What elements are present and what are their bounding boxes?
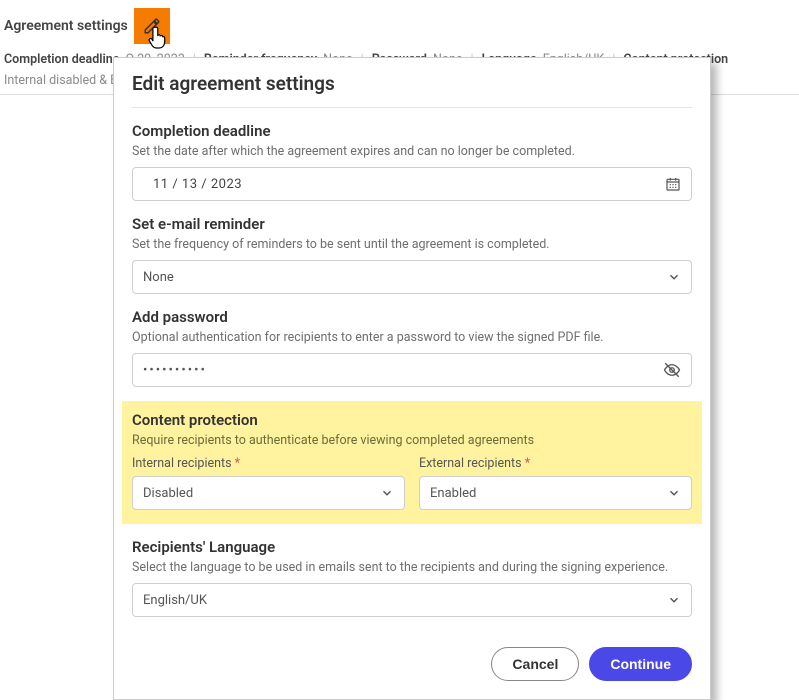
- content-protection-section: Content protection Require recipients to…: [122, 401, 702, 524]
- visibility-off-icon[interactable]: [663, 361, 681, 379]
- chevron-down-icon: [667, 270, 681, 284]
- completion-deadline-title: Completion deadline: [132, 122, 692, 140]
- header-bar: Agreement settings: [0, 0, 799, 48]
- external-recipients-label: External recipients *: [419, 456, 692, 471]
- completion-deadline-section: Completion deadline Set the date after w…: [132, 122, 692, 201]
- content-protection-title: Content protection: [132, 411, 692, 429]
- reminder-value: None: [143, 270, 174, 285]
- reminder-select[interactable]: None: [132, 260, 692, 294]
- language-section: Recipients' Language Select the language…: [132, 538, 692, 617]
- language-desc: Select the language to be used in emails…: [132, 560, 692, 575]
- summary-completion-label: Completion deadline: [4, 52, 119, 67]
- completion-deadline-input[interactable]: 11 / 13 / 2023: [132, 167, 692, 201]
- reminder-title: Set e-mail reminder: [132, 215, 692, 233]
- internal-recipients-select[interactable]: Disabled: [132, 476, 405, 510]
- chevron-down-icon: [667, 593, 681, 607]
- internal-recipients-value: Disabled: [143, 486, 193, 501]
- internal-recipients-label: Internal recipients *: [132, 456, 405, 471]
- edit-agreement-modal: Edit agreement settings Completion deadl…: [113, 57, 711, 700]
- header-title: Agreement settings: [4, 18, 128, 34]
- external-recipients-select[interactable]: Enabled: [419, 476, 692, 510]
- reminder-section: Set e-mail reminder Set the frequency of…: [132, 215, 692, 294]
- language-title: Recipients' Language: [132, 538, 692, 556]
- edit-settings-button[interactable]: [134, 8, 170, 44]
- reminder-desc: Set the frequency of reminders to be sen…: [132, 237, 692, 252]
- password-title: Add password: [132, 308, 692, 326]
- cursor-icon: [146, 24, 172, 50]
- password-section: Add password Optional authentication for…: [132, 308, 692, 387]
- password-input[interactable]: ••••••••••: [132, 353, 692, 387]
- completion-deadline-value: 11 / 13 / 2023: [143, 177, 242, 192]
- password-desc: Optional authentication for recipients t…: [132, 330, 692, 345]
- chevron-down-icon: [380, 486, 394, 500]
- completion-deadline-desc: Set the date after which the agreement e…: [132, 144, 692, 159]
- password-value: ••••••••••: [143, 363, 207, 378]
- content-protection-desc: Require recipients to authenticate befor…: [132, 433, 692, 448]
- language-select[interactable]: English/UK: [132, 583, 692, 617]
- chevron-down-icon: [667, 486, 681, 500]
- external-recipients-value: Enabled: [430, 486, 476, 501]
- calendar-icon[interactable]: [665, 176, 681, 192]
- language-value: English/UK: [143, 593, 207, 608]
- modal-title: Edit agreement settings: [132, 72, 692, 108]
